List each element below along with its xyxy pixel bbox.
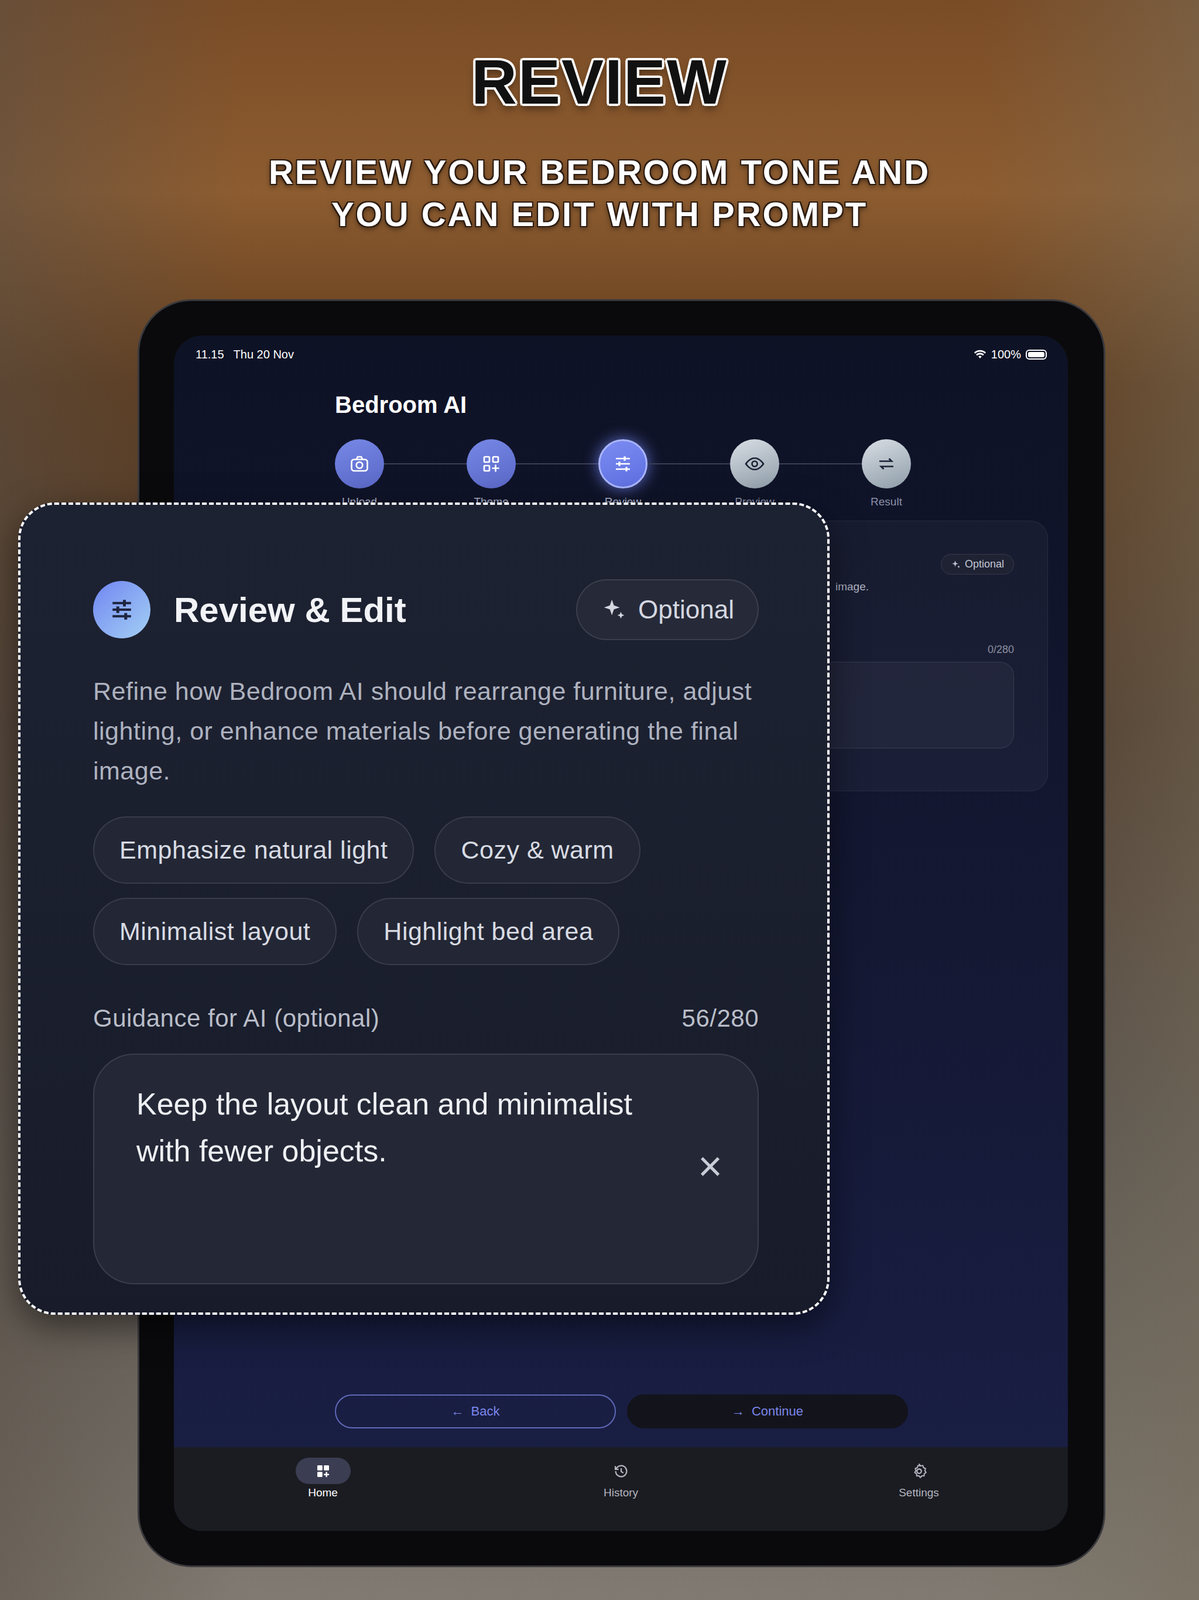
- optional-badge: Optional: [940, 553, 1014, 575]
- step-label: Result: [870, 495, 903, 509]
- step-circle[interactable]: [861, 439, 911, 489]
- character-counter: 56/280: [682, 1002, 759, 1034]
- status-bar: 11.15 Thu 20 Nov 100%: [173, 335, 1068, 366]
- suggestion-chip[interactable]: Emphasize natural light: [93, 816, 414, 884]
- step-connector: [515, 463, 599, 465]
- home-grid-icon: [314, 1461, 332, 1480]
- step[interactable]: Review: [598, 439, 648, 509]
- suggestion-chips: Emphasize natural light Cozy & warm Minima…: [93, 816, 759, 965]
- guidance-label: Guidance for AI (optional): [93, 1002, 380, 1034]
- optional-badge: Optional: [576, 579, 759, 640]
- step-connector: [384, 463, 467, 465]
- step-connector: [647, 463, 731, 465]
- sliders-icon: [93, 580, 151, 639]
- nav-button[interactable]: → Continue: [627, 1393, 909, 1428]
- battery-icon: [1025, 349, 1047, 360]
- step-circle[interactable]: [598, 439, 648, 489]
- history-icon: [612, 1461, 630, 1480]
- gear-icon: [910, 1461, 928, 1480]
- action-bar: ← Back → Continue: [173, 1393, 1068, 1447]
- arrow-icon: →: [731, 1403, 745, 1419]
- tab-item[interactable]: Home: [173, 1457, 472, 1499]
- sparkle-icon: [950, 559, 962, 570]
- tab-label: Home: [307, 1485, 338, 1499]
- headline-title: REVIEW: [0, 50, 1199, 114]
- guidance-text: Keep the layout clean and minimalist wit…: [136, 1080, 675, 1174]
- callout-title: Review & Edit: [173, 589, 553, 630]
- headline-subtitle: REVIEW YOUR BEDROOM TONE AND: [0, 151, 1199, 194]
- headline-subtitle: YOU CAN EDIT WITH PROMPT: [0, 193, 1199, 236]
- app-title: Bedroom AI: [334, 390, 1048, 419]
- battery-level: 100%: [991, 347, 1022, 362]
- arrow-icon: ←: [451, 1403, 465, 1419]
- suggestion-chip[interactable]: Minimalist layout: [93, 897, 337, 965]
- guidance-field[interactable]: Keep the layout clean and minimalist wit…: [93, 1053, 759, 1284]
- step[interactable]: Upload: [334, 439, 385, 509]
- suggestion-chip[interactable]: Highlight bed area: [357, 897, 620, 965]
- headline: REVIEW REVIEW YOUR BEDROOM TONE ANDYOU C…: [0, 0, 1199, 300]
- step[interactable]: Theme: [466, 439, 516, 509]
- tab-item[interactable]: Settings: [769, 1457, 1068, 1499]
- step-circle[interactable]: [466, 439, 516, 489]
- grid-plus-icon: [480, 453, 502, 475]
- nav-button[interactable]: ← Back: [334, 1393, 616, 1428]
- review-edit-callout: Review & Edit Optional Refine how Bedroo…: [18, 502, 830, 1315]
- compare-icon: [875, 453, 897, 475]
- status-date: Thu 20 Nov: [233, 347, 294, 362]
- step-circle[interactable]: [334, 439, 385, 489]
- tab-item[interactable]: History: [471, 1457, 770, 1499]
- status-time: 11.15: [195, 347, 225, 362]
- clear-icon[interactable]: ×: [697, 1144, 723, 1187]
- suggestion-chip[interactable]: Cozy & warm: [434, 816, 640, 884]
- sparkle-icon: [600, 595, 628, 623]
- step[interactable]: Preview: [730, 439, 780, 509]
- wifi-icon: [973, 349, 987, 360]
- tab-label: History: [603, 1485, 639, 1499]
- step[interactable]: Result: [861, 439, 911, 509]
- camera-icon: [348, 453, 371, 475]
- marketing-page: REVIEW REVIEW YOUR BEDROOM TONE ANDYOU C…: [0, 0, 1199, 1600]
- step-circle[interactable]: [730, 439, 780, 489]
- tab-label: Settings: [898, 1485, 940, 1499]
- sliders-icon: [612, 453, 634, 475]
- tab-bar: Home History Settings: [173, 1446, 1068, 1531]
- eye-icon: [744, 453, 766, 475]
- step-connector: [779, 463, 862, 465]
- callout-description: Refine how Bedroom AI should rearrange f…: [93, 670, 759, 791]
